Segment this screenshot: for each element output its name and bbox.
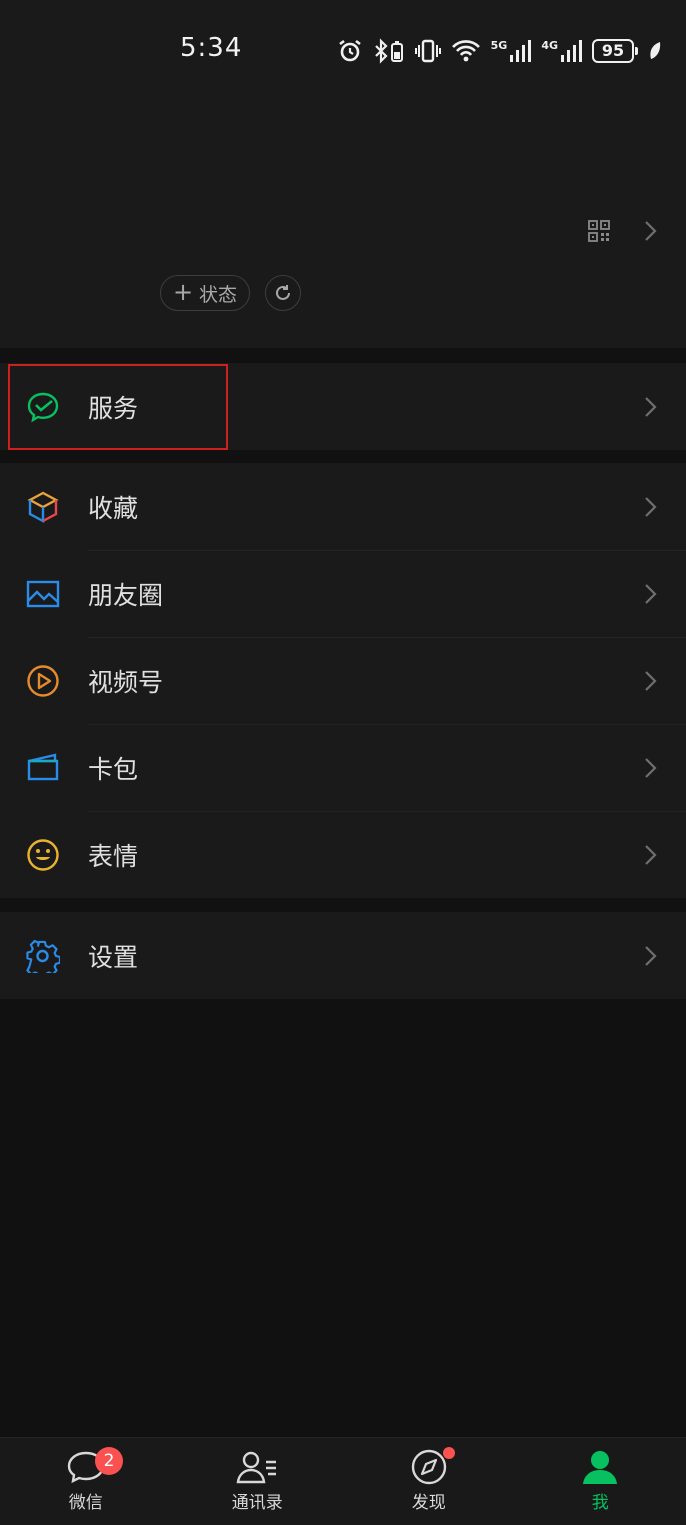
menu-item-channels[interactable]: 视频号 [0, 637, 686, 724]
me-person-icon [580, 1448, 620, 1486]
wifi-icon [451, 38, 481, 64]
chevron-right-icon [644, 496, 658, 518]
menu-label-moments: 朋友圈 [88, 576, 163, 612]
alarm-icon [337, 38, 363, 64]
menu-item-settings[interactable]: 设置 [0, 912, 686, 999]
chevron-right-icon [644, 757, 658, 779]
wechat-pay-icon [26, 390, 60, 424]
signal-4g-icon [560, 39, 582, 63]
tab-label-me: 我 [592, 1488, 609, 1513]
menu-item-moments[interactable]: 朋友圈 [0, 550, 686, 637]
menu-item-favorites[interactable]: 收藏 [0, 463, 686, 550]
menu-group-main: 收藏 朋友圈 视频号 卡包 表情 [0, 463, 686, 898]
menu-label-settings: 设置 [88, 938, 138, 974]
tab-label-contacts: 通讯录 [232, 1488, 283, 1513]
chevron-right-icon [644, 670, 658, 692]
tab-label-chats: 微信 [69, 1488, 103, 1513]
menu-item-services[interactable]: 服务 [0, 363, 686, 450]
menu-item-stickers[interactable]: 表情 [0, 811, 686, 898]
tab-me[interactable]: 我 [515, 1438, 686, 1525]
tab-chats[interactable]: 微信 2 [0, 1438, 172, 1525]
network-5g-label: 5G [491, 39, 508, 52]
menu-group-settings: 设置 [0, 912, 686, 999]
menu-label-channels: 视频号 [88, 663, 163, 699]
chevron-right-icon [644, 220, 658, 242]
menu-label-stickers: 表情 [88, 837, 138, 873]
chevron-right-icon [644, 945, 658, 967]
network-4g-label: 4G [541, 39, 558, 52]
vibrate-icon [415, 38, 441, 64]
chevron-right-icon [644, 844, 658, 866]
moments-picture-icon [26, 577, 60, 611]
menu-label-services: 服务 [88, 389, 138, 425]
status-bar: 5:34 5G 4G 95 [0, 0, 686, 100]
tab-discover[interactable]: 发现 [343, 1438, 515, 1525]
refresh-icon [273, 283, 293, 303]
menu-group-services: 服务 [0, 363, 686, 450]
tab-label-discover: 发现 [412, 1488, 446, 1513]
battery-indicator: 95 [592, 39, 638, 63]
tab-contacts[interactable]: 通讯录 [172, 1438, 344, 1525]
battery-tip [635, 47, 638, 55]
status-icons: 5G 4G 95 [337, 36, 662, 66]
battery-level: 95 [592, 39, 634, 63]
contacts-icon [235, 1448, 279, 1486]
menu-label-favorites: 收藏 [88, 489, 138, 525]
bluetooth-battery-icon [373, 38, 405, 64]
profile-header[interactable]: + 状态 [0, 100, 686, 348]
card-wallet-icon [26, 751, 60, 785]
sticker-smiley-icon [26, 838, 60, 872]
favorites-cube-icon [26, 490, 60, 524]
menu-item-card-wallet[interactable]: 卡包 [0, 724, 686, 811]
chevron-right-icon [644, 583, 658, 605]
chevron-right-icon [644, 396, 658, 418]
refresh-status-button[interactable] [265, 275, 301, 311]
signal-5g-icon [509, 39, 531, 63]
settings-gear-icon [26, 939, 60, 973]
plus-icon: + [173, 280, 193, 304]
unread-badge: 2 [95, 1447, 123, 1475]
menu-label-card-wallet: 卡包 [88, 750, 138, 786]
bottom-tab-bar: 微信 2 通讯录 发现 我 [0, 1437, 686, 1525]
add-status-label: 状态 [199, 280, 237, 307]
discover-notification-dot [443, 1447, 455, 1459]
leaf-icon [648, 40, 662, 62]
status-time: 5:34 [180, 33, 242, 63]
qr-code-icon[interactable] [588, 220, 610, 242]
channels-play-icon [26, 664, 60, 698]
add-status-button[interactable]: + 状态 [160, 275, 250, 311]
